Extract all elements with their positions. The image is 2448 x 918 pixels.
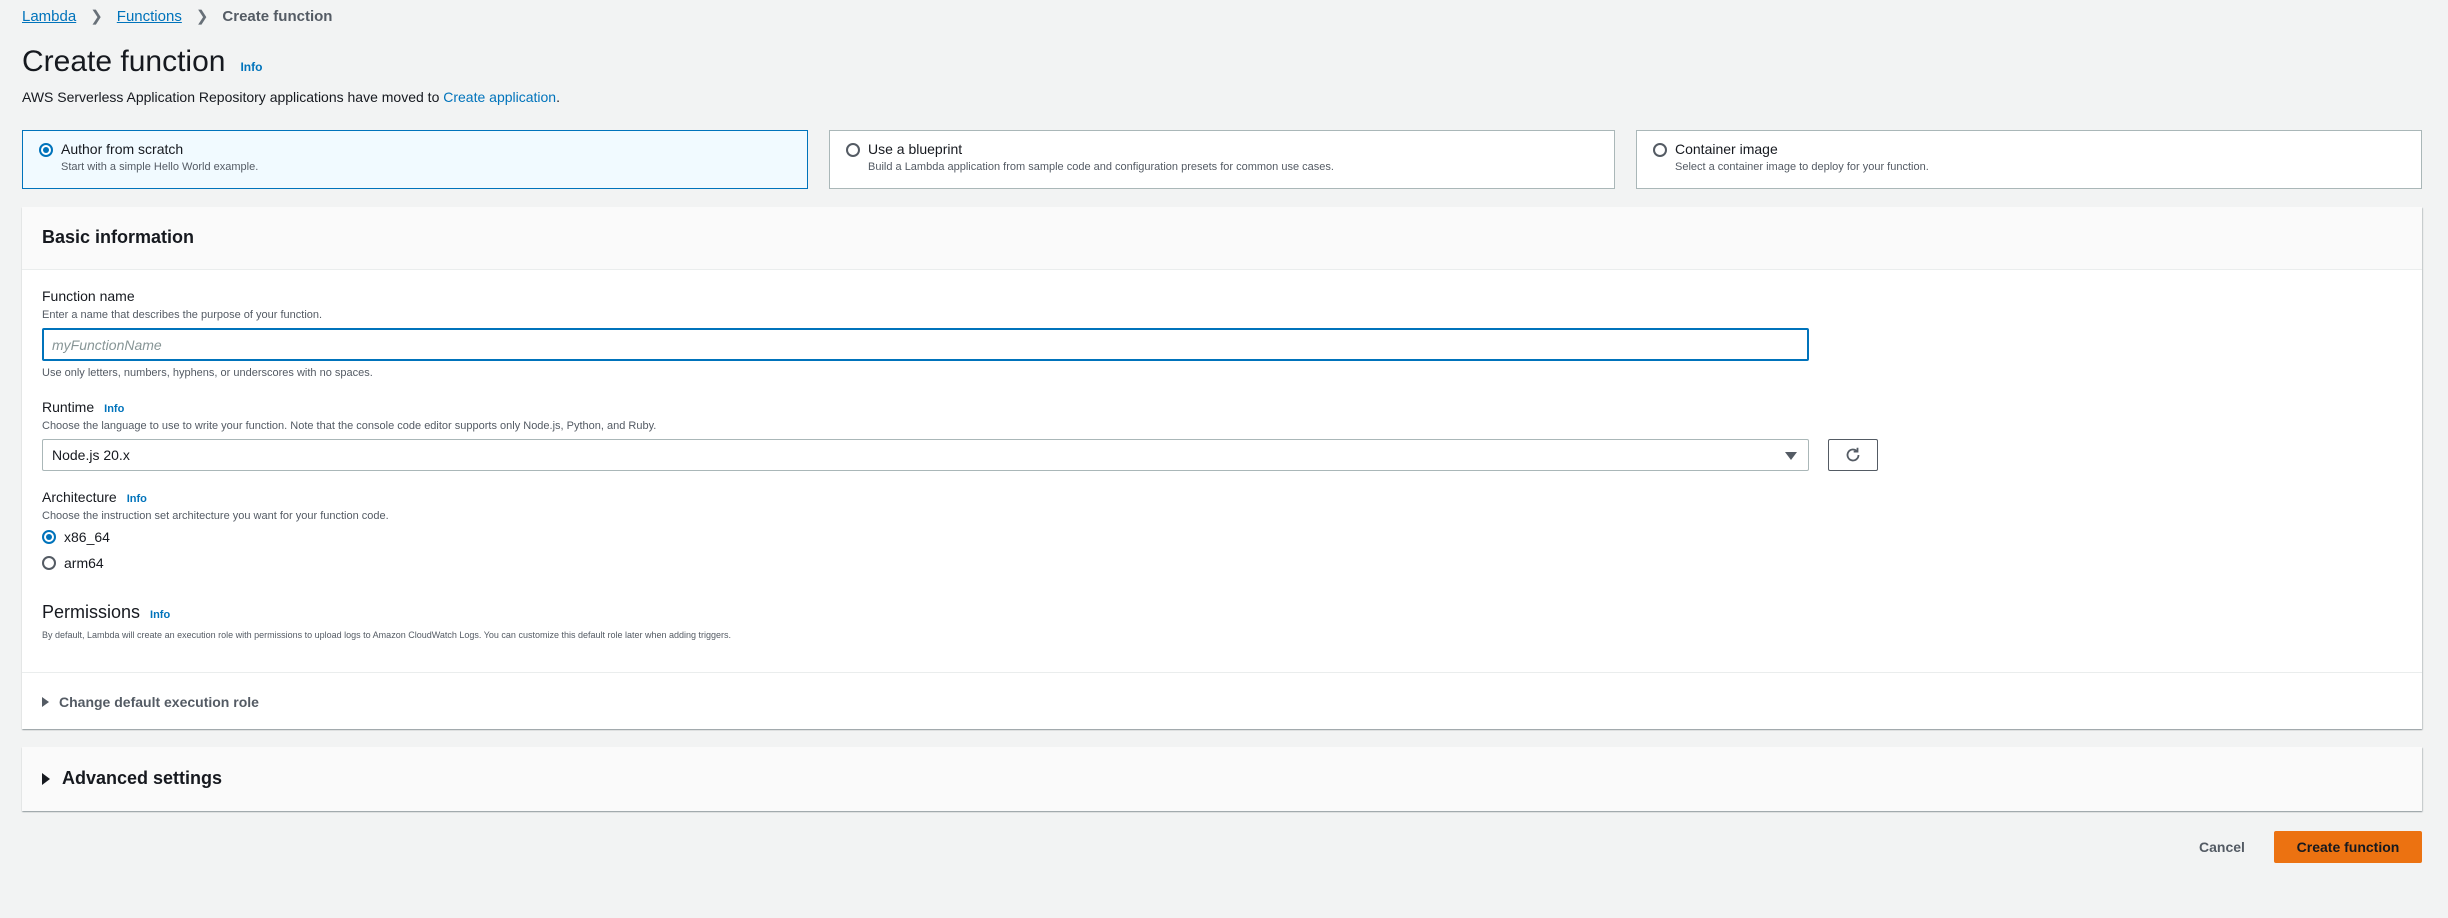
change-default-execution-role-expander[interactable]: Change default execution role: [42, 694, 259, 710]
notice-text: AWS Serverless Application Repository ap…: [22, 89, 444, 105]
panel-header: Basic information: [22, 207, 2422, 270]
advanced-settings-title: Advanced settings: [62, 768, 223, 788]
breadcrumb-lambda-link[interactable]: Lambda: [22, 8, 76, 25]
caret-right-icon: [42, 772, 50, 785]
permissions-header: Permissions Info: [42, 602, 170, 623]
panel-title: Basic information: [42, 227, 195, 247]
permissions-description: By default, Lambda will create an execut…: [42, 630, 732, 640]
breadcrumb-current: Create function: [222, 7, 333, 25]
function-name-description: Enter a name that describes the purpose …: [42, 309, 323, 321]
tile-label: Use a blueprint: [868, 141, 963, 157]
function-name-label: Function name: [42, 288, 135, 304]
architecture-option-x86-64[interactable]: x86_64: [42, 529, 110, 545]
tile-description: Build a Lambda application from sample c…: [868, 161, 1334, 173]
caret-right-icon: [42, 697, 49, 707]
tile-label: Author from scratch: [61, 141, 184, 157]
radio-arm64[interactable]: [42, 556, 56, 570]
function-name-constraint: Use only letters, numbers, hyphens, or u…: [42, 367, 373, 379]
chevron-right-icon: ❯: [195, 8, 209, 25]
basic-information-panel: Basic information Function name Enter a …: [22, 207, 2422, 729]
function-name-input[interactable]: [42, 328, 1809, 361]
permissions-title: Permissions: [42, 602, 141, 622]
radio-x86-64[interactable]: [42, 530, 56, 544]
runtime-label-row: Runtime Info: [42, 399, 124, 415]
caret-down-icon: [1785, 452, 1797, 460]
notice-suffix: .: [556, 89, 560, 105]
tile-description: Start with a simple Hello World example.: [61, 161, 259, 173]
tile-author-from-scratch[interactable]: Author from scratch Start with a simple …: [22, 130, 808, 189]
architecture-label: Architecture: [42, 489, 117, 505]
tile-description: Select a container image to deploy for y…: [1675, 161, 1929, 173]
tile-label: Container image: [1675, 141, 1778, 157]
runtime-selected-value: Node.js 20.x: [52, 447, 130, 463]
runtime-info-link[interactable]: Info: [104, 403, 124, 415]
radio-label: x86_64: [64, 529, 110, 545]
tile-use-a-blueprint[interactable]: Use a blueprint Build a Lambda applicati…: [829, 130, 1615, 189]
sar-notice: AWS Serverless Application Repository ap…: [22, 89, 560, 105]
chevron-right-icon: ❯: [90, 8, 103, 25]
architecture-label-row: Architecture Info: [42, 489, 147, 505]
divider: [22, 672, 2422, 673]
runtime-label: Runtime: [42, 399, 95, 415]
advanced-settings-panel: Advanced settings: [22, 747, 2422, 811]
architecture-option-arm64[interactable]: arm64: [42, 555, 104, 571]
radio-use-a-blueprint[interactable]: [846, 143, 860, 157]
breadcrumb-functions-link[interactable]: Functions: [117, 8, 182, 25]
create-application-link[interactable]: Create application: [443, 89, 556, 105]
page-header: Create function Info: [22, 45, 262, 79]
page-title: Create function: [22, 45, 226, 78]
runtime-select[interactable]: Node.js 20.x: [42, 439, 1809, 471]
radio-author-from-scratch[interactable]: [39, 143, 53, 157]
refresh-runtime-button[interactable]: [1828, 439, 1878, 471]
refresh-icon: [1846, 447, 1860, 462]
expander-label: Change default execution role: [59, 694, 259, 710]
permissions-info-link[interactable]: Info: [150, 609, 170, 621]
tile-container-image[interactable]: Container image Select a container image…: [1636, 130, 2422, 189]
breadcrumb: Lambda ❯ Functions ❯ Create function: [22, 7, 333, 26]
cancel-button[interactable]: Cancel: [2186, 831, 2258, 863]
radio-container-image[interactable]: [1653, 143, 1667, 157]
advanced-settings-expander[interactable]: Advanced settings: [42, 768, 222, 789]
architecture-info-link[interactable]: Info: [127, 493, 147, 505]
radio-label: arm64: [64, 555, 104, 571]
runtime-description: Choose the language to use to write your…: [42, 420, 657, 432]
page-info-link[interactable]: Info: [240, 60, 262, 74]
creation-option-tiles: Author from scratch Start with a simple …: [22, 130, 2422, 189]
create-function-button[interactable]: Create function: [2274, 831, 2422, 863]
architecture-description: Choose the instruction set architecture …: [42, 510, 389, 522]
